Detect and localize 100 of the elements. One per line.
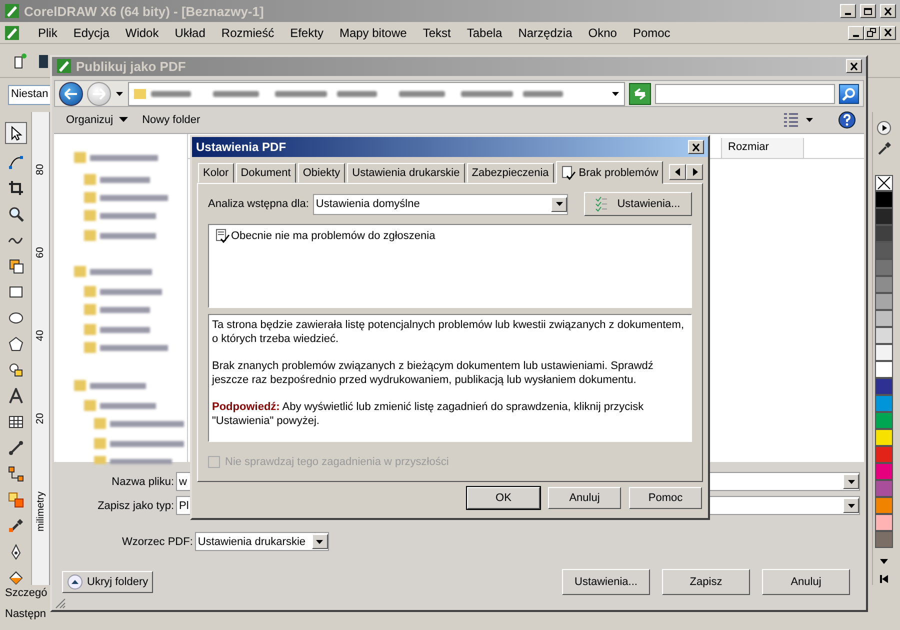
dialog-button[interactable]: Zapisz bbox=[662, 569, 750, 595]
zoom-icon[interactable] bbox=[8, 206, 24, 222]
menu-item[interactable]: Tabela bbox=[458, 26, 510, 40]
eyedropper-icon[interactable] bbox=[8, 518, 24, 534]
issue-item[interactable]: Obecnie nie ma problemów do zgłoszenia bbox=[231, 230, 436, 242]
skip-start-icon[interactable] bbox=[878, 573, 890, 586]
color-swatch[interactable] bbox=[874, 276, 892, 294]
fill-icon[interactable] bbox=[8, 258, 24, 274]
color-swatch[interactable] bbox=[874, 446, 892, 464]
no-color-swatch[interactable] bbox=[874, 175, 892, 192]
hide-folders-button[interactable]: Ukryj foldery bbox=[62, 571, 154, 593]
checklist-icon bbox=[560, 165, 576, 180]
refresh-button[interactable] bbox=[629, 82, 651, 105]
tab-scroll-left-button[interactable] bbox=[669, 164, 686, 180]
menu-item[interactable]: Pomoc bbox=[624, 26, 678, 40]
bucket-icon[interactable] bbox=[8, 570, 24, 586]
dialog-button[interactable]: OK bbox=[467, 487, 540, 509]
tab[interactable]: Zabezpieczenia bbox=[466, 163, 554, 183]
tab[interactable]: Ustawienia drukarskie bbox=[347, 163, 465, 183]
menu-item[interactable]: Tekst bbox=[414, 26, 459, 40]
minimize-button[interactable] bbox=[848, 26, 864, 40]
tab-scroll-right-button[interactable] bbox=[686, 164, 704, 180]
table-icon[interactable] bbox=[8, 414, 24, 430]
node-icon[interactable] bbox=[8, 154, 24, 170]
play-icon[interactable] bbox=[876, 120, 892, 136]
menu-item[interactable]: Plik bbox=[30, 26, 66, 40]
color-swatch[interactable] bbox=[874, 412, 892, 430]
menu-item[interactable]: Układ bbox=[166, 26, 214, 40]
color-swatch[interactable] bbox=[874, 310, 892, 328]
color-swatch[interactable] bbox=[874, 395, 892, 412]
column-header[interactable]: Rozmiar bbox=[722, 138, 804, 158]
color-swatch[interactable] bbox=[874, 361, 892, 378]
eyedropper-icon[interactable] bbox=[876, 141, 892, 158]
dropdown-caret-icon bbox=[554, 200, 564, 208]
close-button[interactable] bbox=[846, 59, 862, 74]
new-document-icon[interactable] bbox=[12, 52, 28, 68]
crop-icon[interactable] bbox=[8, 180, 24, 196]
menu-item[interactable]: Efekty bbox=[282, 26, 332, 40]
tab[interactable]: Dokument bbox=[236, 163, 296, 183]
menu-item[interactable]: Narzędzia bbox=[510, 26, 580, 40]
tab[interactable]: Obiekty bbox=[298, 163, 346, 183]
menu-item[interactable]: Edycja bbox=[65, 26, 118, 40]
field-label: Wzorzec PDF: bbox=[122, 536, 193, 548]
color-swatch[interactable] bbox=[874, 344, 892, 362]
close-button[interactable] bbox=[880, 4, 896, 18]
color-swatch[interactable] bbox=[874, 531, 892, 548]
color-swatch[interactable] bbox=[874, 327, 892, 344]
search-icon bbox=[842, 86, 856, 101]
maximize-button[interactable] bbox=[860, 4, 876, 18]
menu-item[interactable]: Mapy bitowe bbox=[331, 26, 415, 40]
color-swatch[interactable] bbox=[874, 514, 892, 532]
dialog-button[interactable]: Anuluj bbox=[548, 487, 621, 509]
minimize-icon bbox=[853, 34, 859, 36]
ruler-label: 60 bbox=[35, 246, 46, 258]
search-field[interactable] bbox=[655, 84, 835, 104]
close-button[interactable] bbox=[688, 140, 704, 154]
menu-item[interactable]: Widok bbox=[117, 26, 167, 40]
color-swatch[interactable] bbox=[874, 208, 892, 226]
view-list-icon[interactable] bbox=[783, 112, 799, 128]
dialog-title: Publikuj jako PDF bbox=[76, 58, 186, 74]
help-icon[interactable] bbox=[838, 111, 856, 130]
minimize-button[interactable] bbox=[840, 4, 856, 18]
blend-icon[interactable] bbox=[8, 492, 24, 508]
dialog-button[interactable]: Pomoc bbox=[629, 487, 702, 509]
polygon-icon[interactable] bbox=[8, 336, 24, 352]
back-button[interactable] bbox=[59, 82, 83, 106]
organize-button[interactable]: Organizuj bbox=[62, 111, 132, 130]
dialog-button[interactable]: Ustawienia... bbox=[562, 569, 650, 595]
dialog-title: Ustawienia PDF bbox=[196, 140, 286, 154]
preset-dropdown[interactable]: Ustawienia drukarskie bbox=[194, 532, 329, 551]
color-swatch[interactable] bbox=[874, 378, 892, 396]
menu-item[interactable]: Okno bbox=[580, 26, 625, 40]
color-swatch[interactable] bbox=[874, 480, 892, 498]
menu-item[interactable]: Rozmieść bbox=[213, 26, 282, 40]
search-button[interactable] bbox=[839, 84, 859, 104]
color-swatch[interactable] bbox=[874, 463, 892, 480]
tab[interactable]: Kolor bbox=[198, 163, 234, 183]
close-button[interactable] bbox=[880, 26, 896, 40]
rectangle-icon[interactable] bbox=[8, 284, 24, 300]
color-swatch[interactable] bbox=[874, 259, 892, 276]
ruler-label: 20 bbox=[35, 412, 46, 424]
color-swatch[interactable] bbox=[874, 191, 892, 208]
address-field[interactable] bbox=[128, 82, 625, 106]
color-swatch[interactable] bbox=[874, 293, 892, 310]
tab[interactable]: Brak problemów bbox=[556, 161, 664, 184]
preflight-dropdown[interactable]: Ustawienia domyślne bbox=[312, 194, 568, 214]
color-swatch[interactable] bbox=[874, 225, 892, 242]
dimension-icon[interactable] bbox=[8, 440, 24, 456]
connector-icon[interactable] bbox=[8, 466, 24, 482]
new-folder-button[interactable]: Nowy folder bbox=[138, 111, 204, 130]
color-swatch[interactable] bbox=[874, 429, 892, 446]
app-logo-icon bbox=[4, 3, 20, 19]
dialog-button[interactable]: Anuluj bbox=[762, 569, 850, 595]
color-swatch[interactable] bbox=[874, 242, 892, 260]
restore-button[interactable] bbox=[864, 26, 880, 40]
restore-icon bbox=[867, 28, 877, 37]
shapes-icon[interactable] bbox=[8, 362, 24, 378]
ellipse-icon[interactable] bbox=[8, 310, 24, 326]
settings-button[interactable]: Ustawienia... bbox=[584, 192, 692, 216]
color-swatch[interactable] bbox=[874, 497, 892, 514]
